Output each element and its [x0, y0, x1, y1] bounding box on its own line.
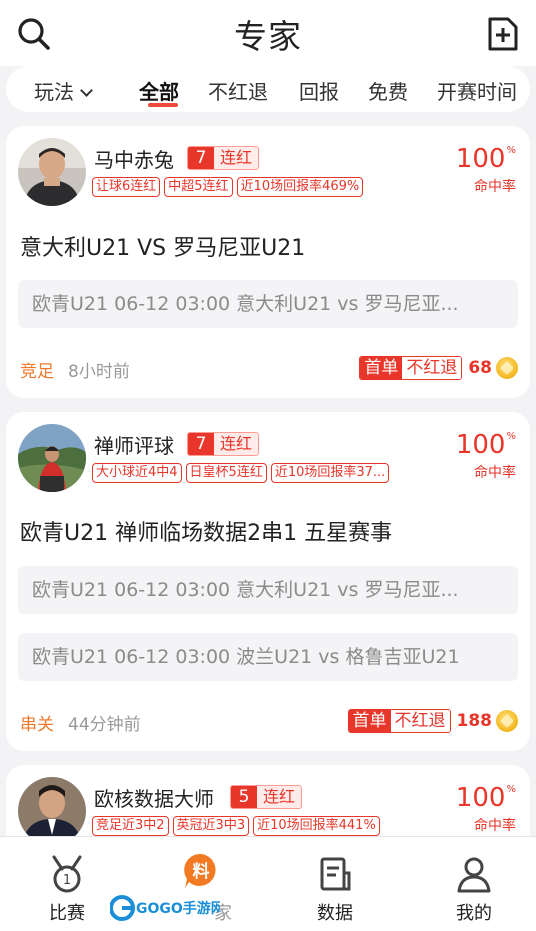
bottom-tab-bar: 1 比赛 料 家 数据 我的 [0, 836, 536, 931]
tag: 近10场回报率441% [253, 816, 380, 836]
active-filter-indicator [148, 103, 178, 107]
tag-list: 让球6连红 中超5连红 近10场回报率469% [92, 177, 364, 197]
post-headline[interactable]: 欧青U21 禅师临场数据2串1 五星赛事 [20, 515, 392, 547]
streak-number: 5 [231, 786, 257, 808]
first-order-label: 首单 [360, 357, 403, 379]
match-row[interactable]: 欧青U21 06-12 03:00 意大利U21 vs 罗马尼亚... [18, 566, 518, 614]
price-area[interactable]: 首单 不红退 188 [347, 709, 518, 733]
filter-kickoff-time[interactable]: 开赛时间 [437, 76, 517, 105]
streak-badge: 7 连红 [187, 432, 260, 456]
tab-mine[interactable]: 我的 [407, 837, 536, 931]
avatar[interactable] [18, 138, 86, 206]
no-refund-label: 不红退 [390, 710, 450, 732]
expert-name: 禅师评球 [94, 434, 174, 458]
expert-card[interactable]: 禅师评球 7 连红 大小球近4中4 日皇杯5连红 近10场回报率37... 10… [6, 412, 530, 751]
coin-icon [496, 357, 518, 379]
tag: 近10场回报率469% [236, 177, 364, 197]
hit-rate-unit: % [506, 145, 516, 156]
chevron-down-icon [80, 84, 93, 97]
hit-rate: 100% 命中率 [456, 783, 516, 835]
no-refund-label: 不红退 [402, 357, 462, 379]
watermark-logo: GOGO手游网 [110, 895, 220, 921]
expert-name: 马中赤兔 [94, 148, 174, 172]
post-meta: 串关 44分钟前 [20, 710, 141, 735]
filter-no-refund[interactable]: 不红退 [208, 76, 268, 105]
post-meta: 竞足 8小时前 [20, 357, 130, 382]
tag: 让球6连红 [92, 177, 161, 197]
tag: 近10场回报率37... [270, 463, 390, 483]
offer-badge: 首单 不红退 [347, 709, 451, 733]
hit-rate-label: 命中率 [474, 465, 516, 481]
tag: 日皇杯5连红 [185, 463, 267, 483]
hit-rate-label: 命中率 [474, 179, 516, 195]
tag-list: 大小球近4中4 日皇杯5连红 近10场回报率37... [92, 463, 390, 483]
hit-rate-unit: % [506, 784, 516, 795]
top-header: 专家 [0, 0, 536, 66]
filter-free[interactable]: 免费 [368, 76, 408, 105]
first-order-label: 首单 [348, 710, 391, 732]
filter-bar: 玩法 全部 不红退 回报 免费 开赛时间 [6, 66, 530, 112]
hit-rate: 100% 命中率 [456, 144, 516, 196]
tab-liao-glyph: 料 [193, 861, 210, 882]
page-title: 专家 [234, 17, 302, 56]
tag: 中超5连红 [164, 177, 233, 197]
hit-rate-label: 命中率 [474, 818, 516, 834]
person-icon [457, 857, 491, 893]
streak-number: 7 [188, 433, 214, 455]
filter-all[interactable]: 全部 [139, 76, 179, 105]
streak-label: 连红 [220, 148, 253, 167]
avatar[interactable] [18, 424, 86, 492]
expert-name: 欧核数据大师 [94, 787, 214, 811]
hit-rate-value: 100 [455, 430, 506, 460]
streak-badge: 5 连红 [230, 785, 303, 809]
price-value: 188 [456, 711, 493, 731]
tag: 竞足近3中2 [92, 816, 169, 836]
streak-number: 7 [188, 147, 214, 169]
tab-data[interactable]: 数据 [268, 837, 402, 931]
tag-list: 竞足近3中2 英冠近3中3 近10场回报率441% [92, 816, 380, 836]
streak-label: 连红 [263, 787, 296, 806]
hit-rate-unit: % [506, 431, 516, 442]
post-type: 串关 [20, 715, 54, 735]
hit-rate-value: 100 [455, 783, 506, 813]
tag: 英冠近3中3 [172, 816, 250, 836]
avatar[interactable] [18, 777, 86, 845]
filter-return[interactable]: 回报 [299, 76, 339, 105]
post-type: 竞足 [20, 362, 54, 382]
price-area[interactable]: 首单 不红退 68 [359, 356, 518, 380]
streak-badge: 7 连红 [187, 146, 260, 170]
tab-label: 数据 [317, 903, 353, 924]
expert-card[interactable]: 马中赤兔 7 连红 让球6连红 中超5连红 近10场回报率469% 100% 命… [6, 126, 530, 398]
play-dropdown[interactable]: 玩法 [34, 76, 93, 105]
post-time: 8小时前 [68, 362, 130, 382]
liao-icon: 料 [184, 853, 216, 888]
streak-label: 连红 [220, 434, 253, 453]
post-time: 44分钟前 [68, 715, 141, 735]
hit-rate-value: 100 [455, 144, 506, 174]
price-value: 68 [468, 358, 492, 378]
tag: 大小球近4中4 [92, 463, 182, 483]
add-doc-icon[interactable] [486, 16, 520, 52]
match-row[interactable]: 欧青U21 06-12 03:00 波兰U21 vs 格鲁吉亚U21 [18, 633, 518, 681]
offer-badge: 首单 不红退 [359, 356, 463, 380]
svg-text:1: 1 [63, 873, 71, 888]
post-headline[interactable]: 意大利U21 VS 罗马尼亚U21 [20, 230, 305, 262]
data-doc-icon [320, 857, 351, 891]
coin-icon [496, 710, 518, 732]
svg-text:GOGO手游网: GOGO手游网 [136, 900, 220, 917]
medal-icon: 1 [52, 855, 82, 893]
match-row[interactable]: 欧青U21 06-12 03:00 意大利U21 vs 罗马尼亚... [18, 280, 518, 328]
tab-label: 我的 [456, 903, 492, 924]
hit-rate: 100% 命中率 [456, 430, 516, 482]
play-dropdown-label: 玩法 [34, 80, 74, 104]
